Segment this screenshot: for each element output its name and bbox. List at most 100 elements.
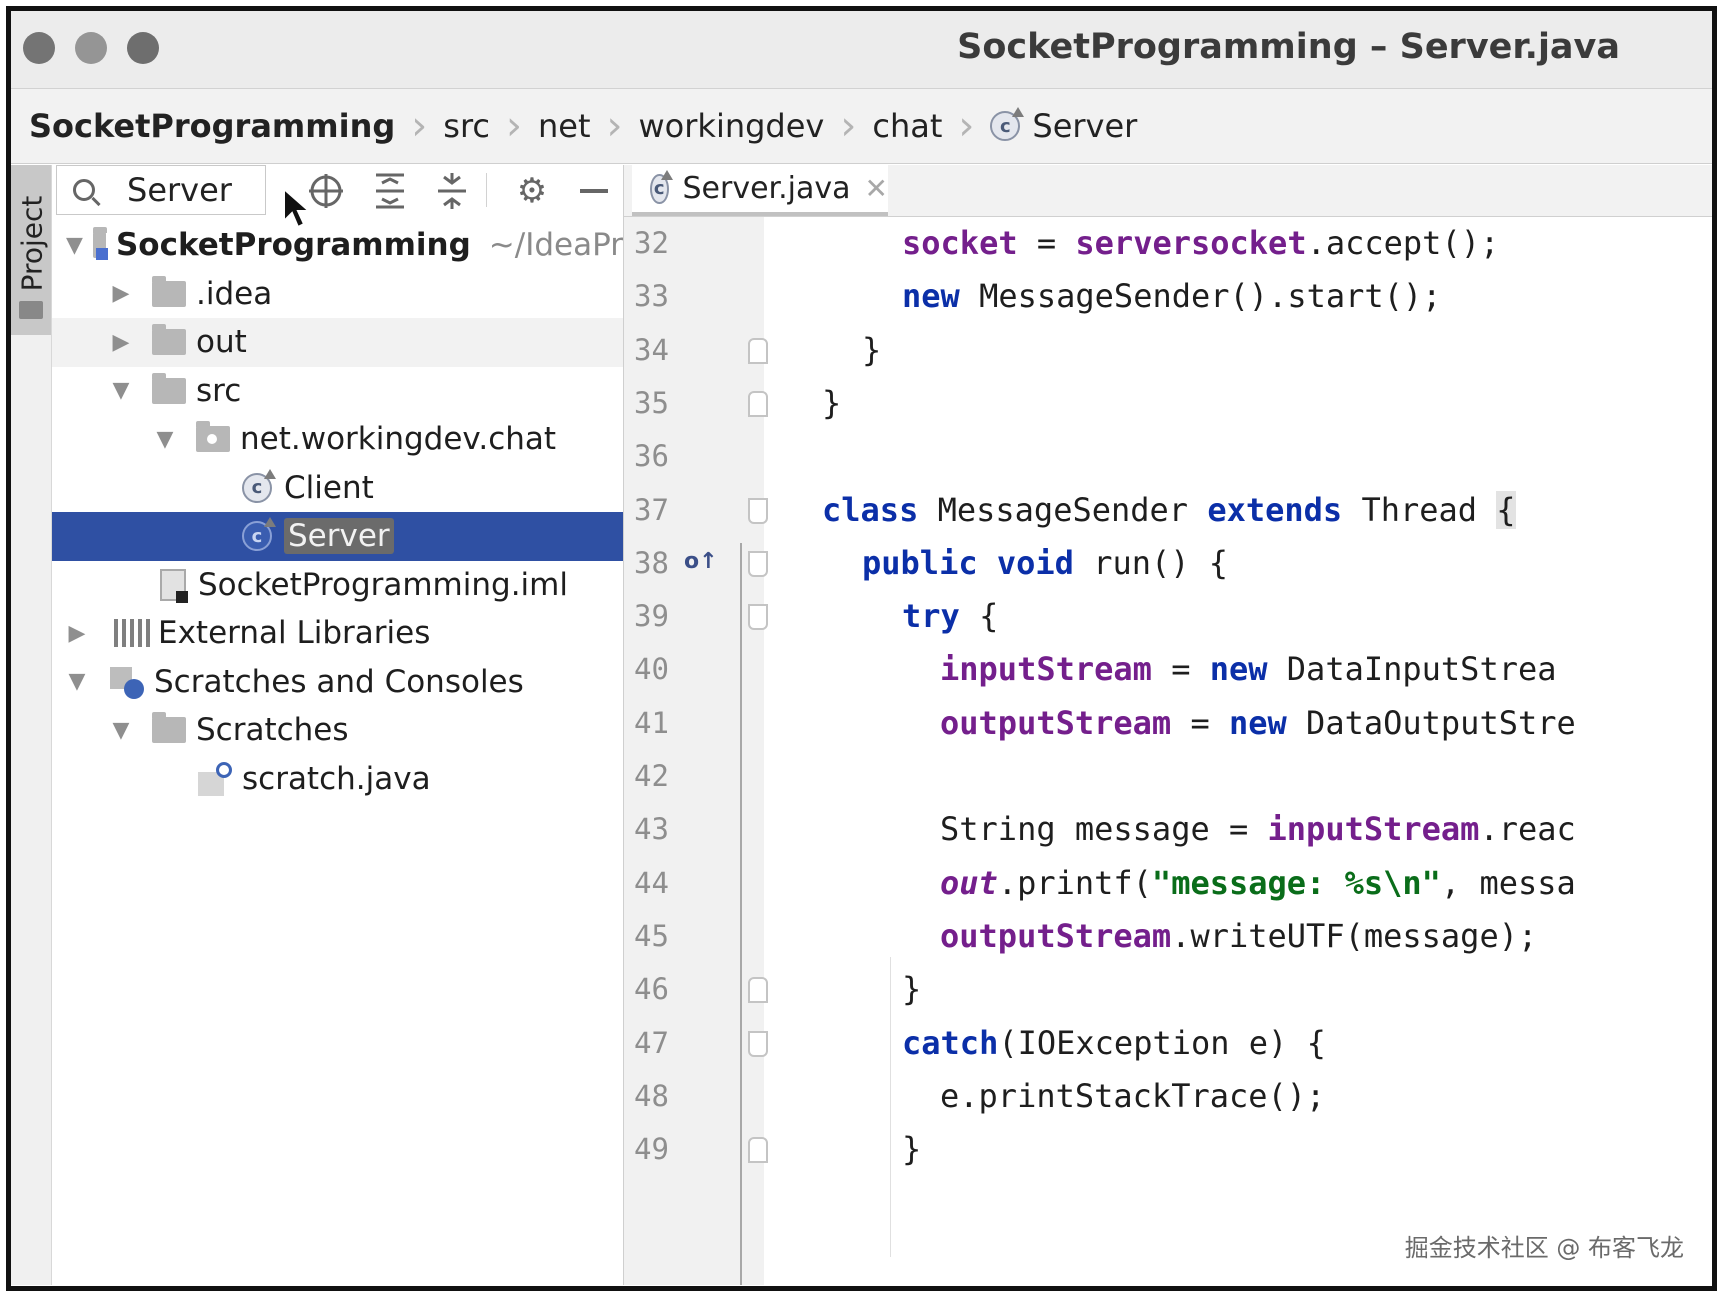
- code-area[interactable]: 32 socket = serversocket.accept(); 33 ne…: [634, 217, 1712, 1285]
- code-text: new MessageSender().start();: [902, 277, 1442, 316]
- breadcrumb: SocketProgramming › src › net › workingd…: [11, 89, 1712, 164]
- tree-item-scratch-java[interactable]: scratch.java: [52, 755, 623, 804]
- code-line: 34 }: [634, 324, 1712, 377]
- chevron-down-icon[interactable]: ▼: [110, 378, 132, 403]
- code-text: }: [822, 383, 842, 422]
- project-tab-label: Project: [15, 195, 49, 292]
- minimize-window-button[interactable]: [75, 32, 107, 64]
- breadcrumb-item-workingdev[interactable]: workingdev: [639, 107, 825, 145]
- breadcrumb-item-server-label: Server: [1032, 107, 1138, 145]
- breadcrumb-item-server[interactable]: c Server: [990, 107, 1137, 145]
- chevron-down-icon[interactable]: ▼: [110, 718, 132, 743]
- line-number: 42: [634, 759, 669, 793]
- gear-icon[interactable]: ⚙: [512, 171, 552, 211]
- tree-item-out[interactable]: ▶ out: [52, 318, 623, 367]
- code-editor: c Server.java ✕ 32 socket = serversocket…: [624, 165, 1712, 1285]
- folder-icon: [152, 372, 186, 404]
- fold-marker-icon[interactable]: [748, 977, 768, 1004]
- tree-item-server[interactable]: c Server: [52, 512, 623, 561]
- package-icon: [196, 421, 230, 453]
- tree-item-path-hint: ~/IdeaPr: [488, 227, 623, 264]
- code-line: 40 inputStream = new DataInputStrea: [634, 643, 1712, 696]
- chevron-right-icon: ›: [840, 103, 857, 149]
- project-tree: ▼ SocketProgramming ~/IdeaPr ▶ .idea ▶ o…: [52, 221, 623, 803]
- chevron-right-icon[interactable]: ▶: [110, 281, 132, 306]
- search-input[interactable]: [125, 170, 259, 210]
- java-scratch-icon: [198, 761, 232, 796]
- breadcrumb-item-project[interactable]: SocketProgramming: [29, 107, 395, 145]
- scratches-icon: [110, 665, 144, 699]
- code-text: }: [862, 330, 882, 369]
- folder-icon: [19, 301, 43, 319]
- ide-window: SocketProgramming – Server.java SocketPr…: [6, 6, 1717, 1291]
- tree-item-src[interactable]: ▼ src: [52, 367, 623, 416]
- line-number: 46: [634, 972, 669, 1007]
- code-line: 39 try {: [634, 590, 1712, 643]
- breadcrumb-item-src[interactable]: src: [443, 107, 490, 145]
- chevron-down-icon[interactable]: ▼: [154, 427, 176, 452]
- collapse-all-icon[interactable]: [432, 171, 472, 211]
- chevron-right-icon[interactable]: ▶: [110, 330, 132, 355]
- code-line: 35 }: [634, 377, 1712, 430]
- chevron-right-icon[interactable]: ▶: [66, 621, 88, 646]
- tab-server-java[interactable]: c Server.java ✕: [632, 165, 888, 216]
- chevron-down-icon[interactable]: ▼: [66, 233, 83, 258]
- code-line: 47 catch(IOException e) {: [634, 1017, 1712, 1070]
- hide-panel-icon[interactable]: [574, 171, 614, 211]
- chevron-right-icon: ›: [958, 103, 975, 149]
- code-text: out.printf("message: %s\n", messa: [940, 863, 1576, 902]
- code-line: 42: [634, 750, 1712, 803]
- line-number: 33: [634, 279, 669, 314]
- code-text: String message = inputStream.reac: [940, 810, 1576, 849]
- tree-item-package[interactable]: ▼ net.workingdev.chat: [52, 415, 623, 464]
- code-line: 37 class MessageSender extends Thread {: [634, 484, 1712, 537]
- fold-marker-icon[interactable]: [748, 1137, 768, 1164]
- code-line: 33 new MessageSender().start();: [634, 270, 1712, 323]
- code-text: try {: [902, 597, 999, 636]
- fold-marker-icon[interactable]: [748, 497, 768, 524]
- chevron-right-icon: ›: [411, 103, 428, 149]
- tree-item-scratches[interactable]: ▼ Scratches: [52, 706, 623, 755]
- fold-marker-icon[interactable]: [748, 1030, 768, 1057]
- class-icon: c: [990, 107, 1025, 141]
- class-icon: c: [242, 468, 276, 503]
- tree-item-external-libraries[interactable]: ▶ External Libraries: [52, 609, 623, 658]
- tree-item-project-root[interactable]: ▼ SocketProgramming ~/IdeaPr: [52, 221, 623, 270]
- maximize-window-button[interactable]: [127, 32, 159, 64]
- close-icon[interactable]: ✕: [865, 172, 888, 205]
- tree-item-iml[interactable]: SocketProgramming.iml: [52, 561, 623, 610]
- breadcrumb-item-chat[interactable]: chat: [872, 107, 942, 145]
- expand-all-icon[interactable]: [370, 171, 410, 211]
- code-line: 41 outputStream = new DataOutputStre: [634, 697, 1712, 750]
- tree-item-label: SocketProgramming.iml: [198, 566, 568, 603]
- line-number: 39: [634, 599, 669, 634]
- fold-marker-icon[interactable]: [748, 337, 768, 364]
- fold-marker-icon[interactable]: [748, 604, 768, 631]
- fold-marker-icon[interactable]: [748, 550, 768, 577]
- toolbar-divider: [486, 173, 487, 207]
- tree-item-label: Scratches: [196, 712, 349, 749]
- iml-file-icon: [160, 568, 188, 603]
- breadcrumb-item-net[interactable]: net: [538, 107, 591, 145]
- tree-item-idea[interactable]: ▶ .idea: [52, 270, 623, 319]
- search-box[interactable]: [56, 165, 266, 215]
- tree-item-client[interactable]: c Client: [52, 464, 623, 513]
- line-number: 45: [634, 918, 669, 953]
- chevron-right-icon: ›: [606, 103, 623, 149]
- locate-icon[interactable]: [306, 171, 346, 211]
- folder-icon: [152, 324, 186, 356]
- code-line: 45 outputStream.writeUTF(message);: [634, 910, 1712, 963]
- line-number: 35: [634, 385, 669, 420]
- line-number: 41: [634, 705, 669, 740]
- line-number: 36: [634, 439, 669, 474]
- module-folder-icon: [92, 227, 109, 261]
- gutter-marker-line: [740, 543, 742, 1285]
- fold-marker-icon[interactable]: [748, 390, 768, 417]
- chevron-down-icon[interactable]: ▼: [66, 669, 88, 694]
- close-window-button[interactable]: [23, 32, 55, 64]
- tree-item-scratches-and-consoles[interactable]: ▼ Scratches and Consoles: [52, 658, 623, 707]
- tree-item-label: scratch.java: [242, 760, 431, 797]
- override-method-icon[interactable]: o↑: [684, 549, 718, 574]
- project-tool-tab[interactable]: Project: [11, 165, 51, 335]
- code-line: 36: [634, 430, 1712, 483]
